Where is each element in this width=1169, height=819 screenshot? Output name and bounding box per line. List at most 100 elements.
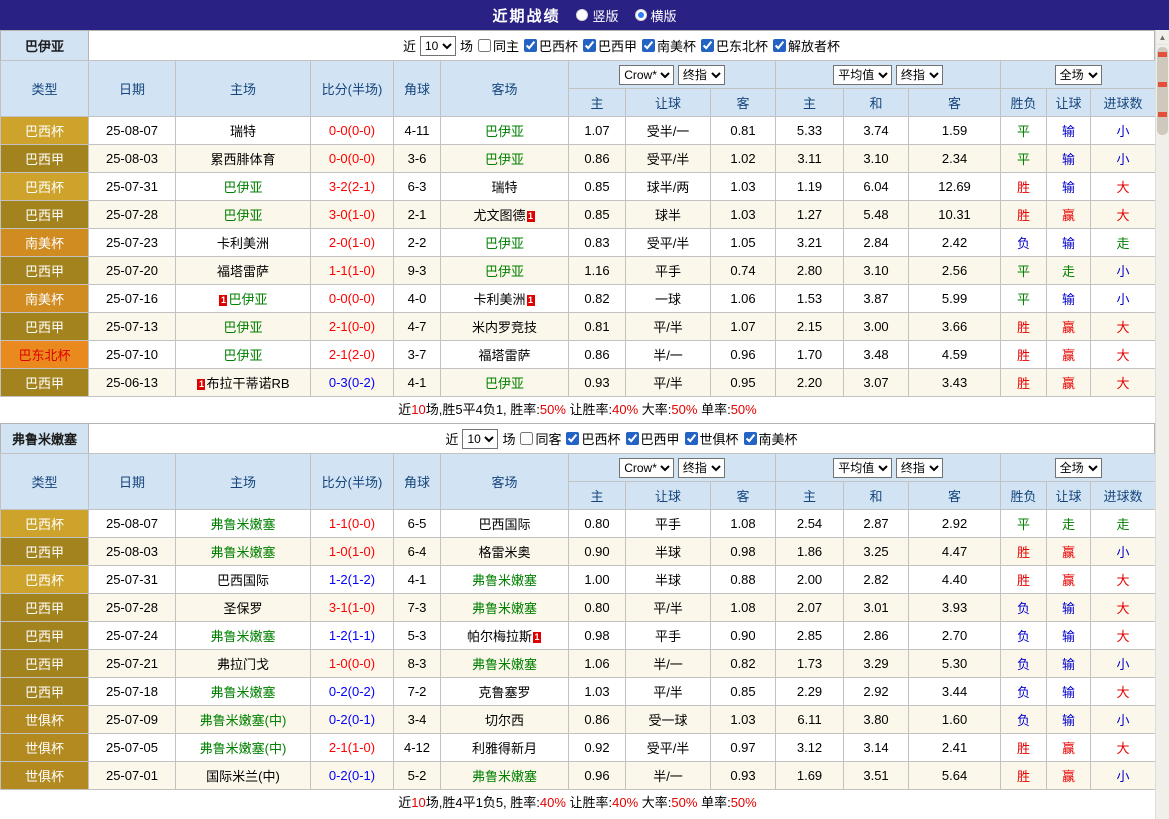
odds-company-select[interactable]: Crow* (619, 458, 674, 478)
league-filter-checkbox[interactable] (773, 39, 786, 52)
home-odds: 0.85 (569, 173, 626, 201)
corner-score: 4-12 (394, 734, 441, 762)
team-name: 巴伊亚 (485, 376, 524, 391)
col-odds-handicap: 让球 (626, 89, 711, 117)
col-score: 比分(半场) (311, 61, 394, 117)
team-name: 弗鲁米嫩塞 (472, 657, 537, 672)
col-home: 主场 (176, 454, 311, 510)
match-date: 25-07-09 (89, 706, 176, 734)
handicap-line: 半/一 (626, 650, 711, 678)
goals-result: 大 (1091, 369, 1156, 397)
league-filter-option[interactable]: 巴西甲 (625, 429, 680, 448)
league-filter-label: 巴西甲 (598, 36, 637, 55)
scope-select[interactable]: 全场 (1055, 65, 1102, 85)
league-filter-checkbox[interactable] (744, 432, 757, 445)
home-odds: 0.98 (569, 622, 626, 650)
layout-radio-horizontal[interactable]: 横版 (635, 6, 677, 25)
team-name: 圣保罗 (223, 601, 262, 616)
league-filter-option[interactable]: 世俱杯 (684, 429, 739, 448)
home-team: 累西腓体育 (176, 145, 311, 173)
league-filter-checkbox[interactable] (626, 432, 639, 445)
team-name: 巴西国际 (478, 517, 530, 532)
handicap-line: 受平/半 (626, 734, 711, 762)
league-filter-option[interactable]: 解放者杯 (772, 36, 840, 55)
away-odds: 0.88 (711, 566, 776, 594)
same-venue-option[interactable]: 同主 (477, 36, 519, 55)
wdl-result: 平 (1001, 117, 1047, 145)
home-odds: 0.80 (569, 510, 626, 538)
col-type: 类型 (1, 61, 89, 117)
avg-final-select[interactable]: 终指 (896, 458, 943, 478)
avg-type-select[interactable]: 平均值 (833, 65, 892, 85)
goals-result: 大 (1091, 622, 1156, 650)
avg-home-odds: 3.11 (776, 145, 844, 173)
handicap-line: 受平/半 (626, 145, 711, 173)
summary-text: 10 (411, 402, 425, 417)
goals-result: 大 (1091, 678, 1156, 706)
scope-select[interactable]: 全场 (1055, 458, 1102, 478)
page-title: 近期战绩 (492, 5, 560, 26)
odds-company-select[interactable]: Crow* (619, 65, 674, 85)
corner-score: 6-5 (394, 510, 441, 538)
handicap-result: 输 (1047, 285, 1091, 313)
away-odds: 1.06 (711, 285, 776, 313)
league-filter-checkbox[interactable] (642, 39, 655, 52)
handicap-result: 赢 (1047, 734, 1091, 762)
scrollbar[interactable]: ▲ (1155, 30, 1169, 819)
league-filter-checkbox[interactable] (685, 432, 698, 445)
col-odds-handicap: 让球 (626, 482, 711, 510)
wdl-result: 胜 (1001, 201, 1047, 229)
radio-icon[interactable] (635, 9, 647, 21)
match-row: 巴西杯25-07-31巴伊亚3-2(2-1)6-3瑞特0.85球半/两1.031… (1, 173, 1156, 201)
avg-away-odds: 3.66 (909, 313, 1001, 341)
filter-controls: 近 10 场 同主 巴西杯巴西甲南美杯巴东北杯解放者杯 (89, 31, 1154, 60)
league-filter-checkbox[interactable] (524, 39, 537, 52)
goals-result: 小 (1091, 706, 1156, 734)
match-row: 巴西甲25-08-03弗鲁米嫩塞1-0(1-0)6-4格雷米奥0.90半球0.9… (1, 538, 1156, 566)
recent-count-select[interactable]: 10 (462, 429, 498, 449)
scroll-thumb[interactable] (1157, 47, 1168, 135)
odds-final-select[interactable]: 终指 (678, 65, 725, 85)
league-filter-checkbox[interactable] (566, 432, 579, 445)
away-odds: 1.08 (711, 510, 776, 538)
match-score: 2-1(2-0) (311, 341, 394, 369)
scroll-up-arrow-icon[interactable]: ▲ (1156, 30, 1169, 45)
away-team: 弗鲁米嫩塞 (441, 762, 569, 790)
corner-score: 6-3 (394, 173, 441, 201)
team-name: 格雷米奥 (478, 545, 530, 560)
layout-radio-vertical[interactable]: 竖版 (576, 6, 618, 25)
handicap-result: 输 (1047, 650, 1091, 678)
league-filter-option[interactable]: 巴西甲 (582, 36, 637, 55)
league-filter-option[interactable]: 巴西杯 (565, 429, 620, 448)
handicap-result: 输 (1047, 678, 1091, 706)
odds-final-select[interactable]: 终指 (678, 458, 725, 478)
match-date: 25-08-03 (89, 145, 176, 173)
home-odds: 0.96 (569, 762, 626, 790)
same-venue-checkbox[interactable] (478, 39, 491, 52)
league-type: 世俱杯 (1, 734, 89, 762)
home-odds: 0.92 (569, 734, 626, 762)
avg-home-odds: 2.00 (776, 566, 844, 594)
league-filter-checkbox[interactable] (701, 39, 714, 52)
league-type: 巴西甲 (1, 257, 89, 285)
league-filter-option[interactable]: 巴东北杯 (700, 36, 768, 55)
team-name: 弗鲁米嫩塞 (472, 573, 537, 588)
wdl-result: 负 (1001, 706, 1047, 734)
match-row: 巴西杯25-08-07瑞特0-0(0-0)4-11巴伊亚1.07受半/一0.81… (1, 117, 1156, 145)
league-filter-checkbox[interactable] (583, 39, 596, 52)
league-filter-option[interactable]: 南美杯 (641, 36, 696, 55)
team-name: 国际米兰(中) (206, 769, 280, 784)
league-filter-option[interactable]: 南美杯 (743, 429, 798, 448)
away-team: 巴伊亚 (441, 369, 569, 397)
recent-count-select[interactable]: 10 (420, 36, 456, 56)
match-row: 巴西甲25-07-24弗鲁米嫩塞1-2(1-1)5-3帕尔梅拉斯10.98平手0… (1, 622, 1156, 650)
avg-type-select[interactable]: 平均值 (833, 458, 892, 478)
league-filter-option[interactable]: 巴西杯 (523, 36, 578, 55)
handicap-line: 平/半 (626, 594, 711, 622)
avg-final-select[interactable]: 终指 (896, 65, 943, 85)
summary-text: 近 (398, 795, 411, 810)
avg-draw-odds: 3.10 (844, 145, 909, 173)
same-venue-checkbox[interactable] (520, 432, 533, 445)
radio-icon[interactable] (576, 9, 588, 21)
same-venue-option[interactable]: 同客 (519, 429, 561, 448)
